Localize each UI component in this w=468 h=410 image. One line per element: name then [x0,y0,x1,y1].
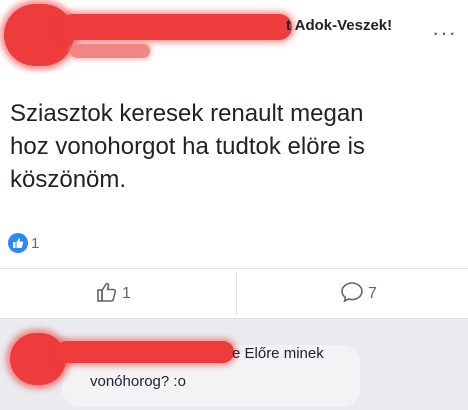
reaction-summary[interactable]: 1 [8,232,39,254]
thumbs-up-icon [96,281,118,308]
comment-section: e Előre minek vonóhorog? :o [0,319,468,410]
redacted-post-meta [70,44,150,58]
comment-bubble-icon [340,281,364,308]
like-reaction-icon [8,233,28,253]
post-text: Sziasztok keresek renault megan hoz vono… [10,100,365,193]
action-divider [236,273,237,315]
post-card: t Adok-Veszek! ··· Sziasztok keresek ren… [0,0,468,319]
redacted-commenter-name[interactable] [56,341,234,363]
comment-count: 7 [368,285,377,302]
comment-text-line-1: e Előre minek [232,345,324,362]
post-header: t Adok-Veszek! ··· [0,0,468,70]
like-count: 1 [122,285,131,302]
action-bar: 1 7 [0,268,468,319]
like-button[interactable]: 1 [96,269,131,319]
group-name[interactable]: t Adok-Veszek! [286,17,392,34]
comment-button[interactable]: 7 [340,269,377,319]
comment-text-line-2: vonóhorog? :o [90,373,186,390]
redacted-author-name[interactable] [60,14,292,40]
more-options-icon[interactable]: ··· [432,22,457,44]
reaction-count: 1 [31,234,40,252]
